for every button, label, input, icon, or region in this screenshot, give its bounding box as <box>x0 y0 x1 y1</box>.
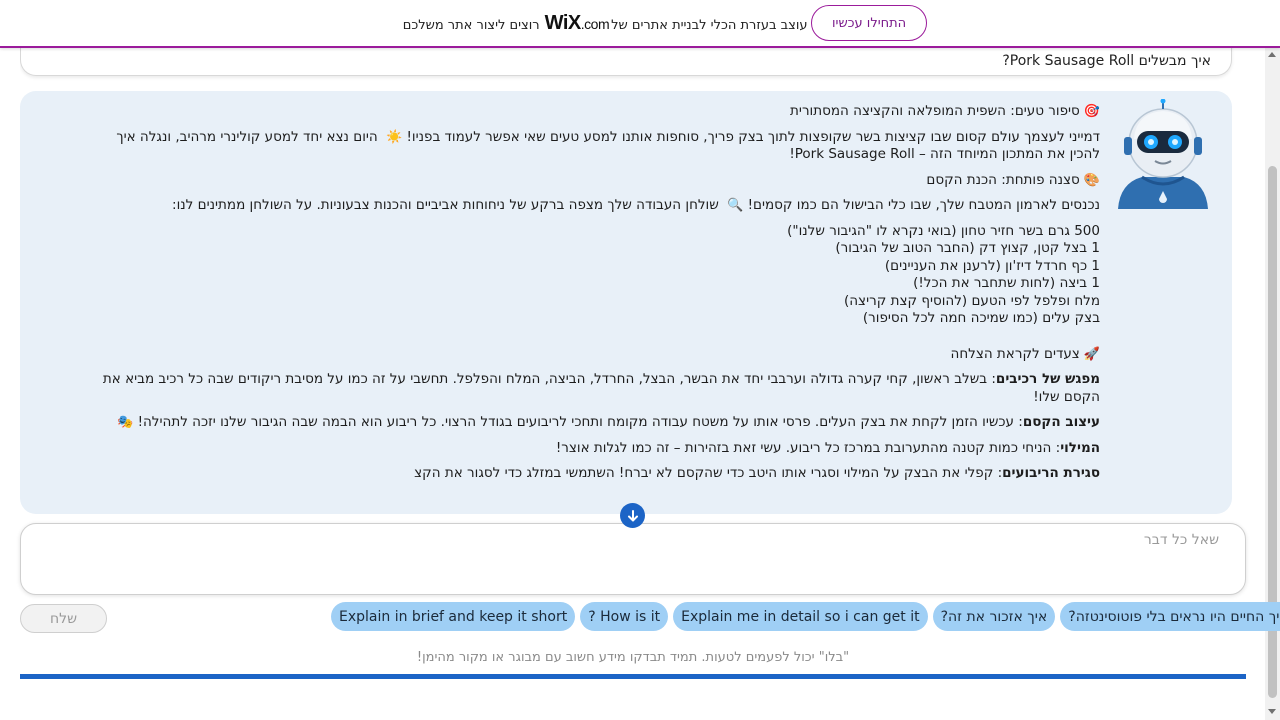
step-text: : קפלי את הבצק על המילוי וסגרי אותו היטב… <box>414 465 1003 481</box>
user-message: איך מבשלים Pork Sausage Roll? <box>20 48 1232 76</box>
suggestion-chip[interactable]: איך החיים היו נראים בלי פוטוסינטזה? <box>1060 602 1280 631</box>
step-item: מפגש של רכיבים: בשלב ראשון, קחי קערה גדו… <box>100 371 1100 406</box>
suggestion-chip[interactable]: Explain in brief and keep it short <box>331 602 576 631</box>
message-input-box[interactable] <box>20 523 1246 595</box>
step-title: סגירת הריבועים <box>1002 465 1100 481</box>
wix-start-now-button[interactable]: התחילו עכשיו <box>811 5 928 41</box>
user-message-text: איך מבשלים Pork Sausage Roll? <box>1002 53 1211 69</box>
kitchen-paragraph: נכנסים לארמון המטבח שלך, שבו כלי הבישול … <box>100 197 1100 215</box>
ingredient-item: מלח ופלפל לפי הטעם (להוסיף קצת קריצה) <box>843 292 1100 309</box>
wix-logo-main: WiX <box>544 11 582 34</box>
ingredient-item: 1 בצל קטן, קצוץ דק (החבר הטוב של הגיבור) <box>835 240 1100 256</box>
opening-scene-heading: 🎨סצנה פותחת: הכנת הקסם <box>100 172 1100 190</box>
step-title: המילוי <box>1060 439 1100 456</box>
step-text: : בשלב ראשון, קחי קערה גדולה וערבבי יחד … <box>102 371 1100 405</box>
suggestion-chip[interactable]: Explain me in detail so i can get it <box>673 602 928 631</box>
footer-accent-bar <box>20 674 1246 679</box>
robot-avatar <box>1118 99 1208 209</box>
story-heading-text: סיפור טעים: השפית המופלאה והקציצה המסתור… <box>790 103 1080 119</box>
wix-logo: WiX.com <box>544 11 610 35</box>
bot-message: 🎯סיפור טעים: השפית המופלאה והקציצה המסתו… <box>20 91 1232 514</box>
steps-heading: 🚀צעדים לקראת הצלחה <box>100 345 1101 364</box>
scroll-down-icon[interactable] <box>1268 709 1276 714</box>
arrow-down-icon <box>627 509 638 521</box>
sun-icon: ☀️ <box>386 129 403 145</box>
scroll-up-icon[interactable] <box>1268 52 1276 57</box>
rocket-icon: 🚀 <box>1083 346 1100 362</box>
chat-history[interactable]: איך מבשלים Pork Sausage Roll? 🎯סיפור טעי… <box>20 48 1246 516</box>
disclaimer-text: "בלו" יכול לפעמים לטעות. תמיד תבדקו מידע… <box>416 650 850 665</box>
ingredient-item: 500 גרם בשר חזיר טחון (בואי נקרא לו "הגי… <box>787 222 1100 239</box>
ingredient-item: 1 ביצה (לחות שתחבר את הכל!) <box>913 275 1100 291</box>
bot-message-content: 🎯סיפור טעים: השפית המופלאה והקציצה המסתו… <box>100 103 1100 491</box>
intro-text: דמייני לעצמך עולם קסום שבו קציצות בשר שק… <box>406 128 1101 145</box>
step-title: מפגש של רכיבים <box>995 371 1100 387</box>
ingredient-item: בצק עלים (כמו שמיכה חמה לכל הסיפור) <box>862 310 1100 326</box>
palette-icon: 🎨 <box>1083 172 1100 188</box>
suggestion-chip[interactable]: ? How is it <box>580 602 669 631</box>
send-button[interactable]: שלח <box>20 604 107 633</box>
step-item: סגירת הריבועים: קפלי את הבצק על המילוי ו… <box>100 465 1100 483</box>
steps-heading-text: צעדים לקראת הצלחה <box>950 345 1080 362</box>
scroll-to-bottom-button[interactable] <box>620 503 645 528</box>
target-icon: 🎯 <box>1083 104 1100 119</box>
step-item: המילוי: הניחי כמות קטנה מהתערובת במרכז כ… <box>100 440 1100 458</box>
wix-banner-followup: רוצים ליצור אתר משלכם <box>402 17 540 33</box>
step-title: עיצוב הקסם <box>1022 414 1100 430</box>
wix-logo-suffix: .com <box>580 15 610 32</box>
message-input[interactable] <box>21 524 1245 594</box>
kitchen-text: נכנסים לארמון המטבח שלך, שבו כלי הבישול … <box>747 197 1100 213</box>
story-heading: 🎯סיפור טעים: השפית המופלאה והקציצה המסתו… <box>100 103 1100 121</box>
wix-banner-text: ?האתר הזה עוצב בעזרת הכלי לבניית אתרים ש… <box>403 12 878 35</box>
suggestion-chip[interactable]: איך אזכור את זה? <box>932 602 1056 631</box>
ingredient-item: 1 כף חרדל דיז'ון (לרענן את העניינים) <box>884 257 1100 274</box>
intro-paragraph: דמייני לעצמך עולם קסום שבו קציצות בשר שק… <box>100 129 1100 164</box>
opening-scene-heading-text: סצנה פותחת: הכנת הקסם <box>926 171 1080 188</box>
magnifier-icon: 🔍 <box>727 198 744 213</box>
wix-banner: ?האתר הזה עוצב בעזרת הכלי לבניית אתרים ש… <box>0 0 1280 48</box>
kitchen-text-continued: שולחן העבודה שלך מצפה ברקע של ניחוחות אב… <box>172 197 719 213</box>
step-text: : עכשיו הזמן לקחת את בצק העלים. פרסי אות… <box>137 414 1023 430</box>
ingredients-list: 500 גרם בשר חזיר טחון (בואי נקרא לו "הגי… <box>100 223 1100 328</box>
suggestion-chips: Explain in brief and keep it short ? How… <box>331 602 1280 631</box>
theater-masks-icon: 🎭 <box>117 415 134 430</box>
step-text: : הניחי כמות קטנה מהתערובת במרכז כל ריבו… <box>555 439 1061 456</box>
step-item: עיצוב הקסם: עכשיו הזמן לקחת את בצק העלים… <box>100 414 1100 432</box>
